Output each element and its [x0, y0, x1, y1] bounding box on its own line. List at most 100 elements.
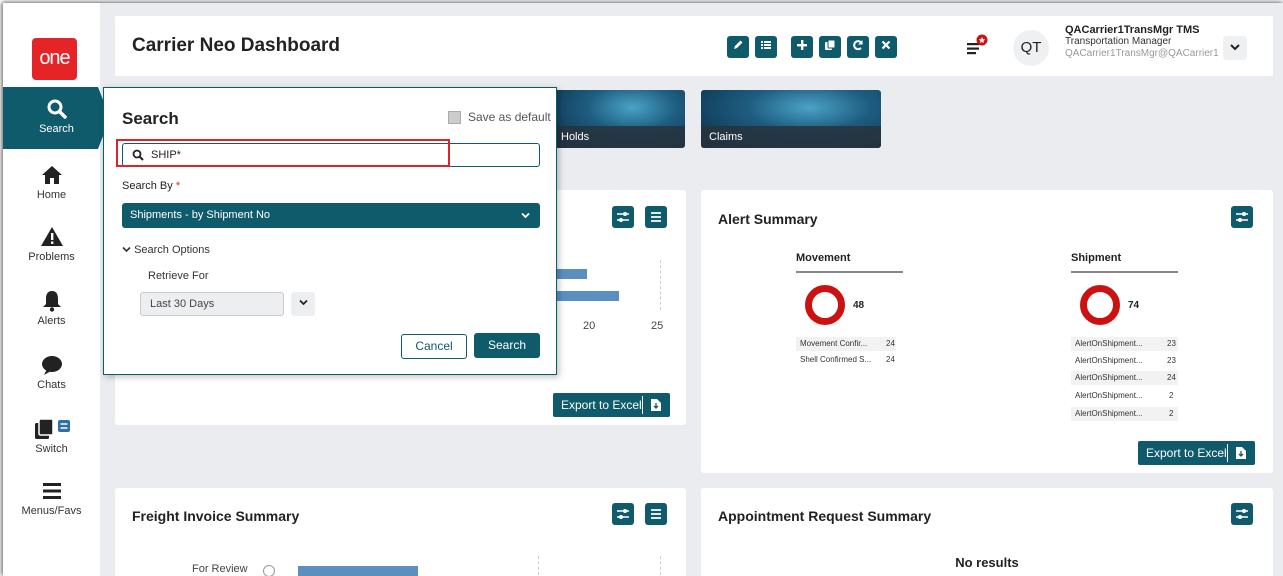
filter-button[interactable] — [612, 206, 634, 228]
tile-claims[interactable]: Claims — [701, 90, 881, 148]
row-label: AlertOnShipment... — [1075, 339, 1143, 348]
axis-tick-label: 20 — [583, 320, 596, 332]
search-panel: Search Save as default SHIP* Search By *… — [103, 87, 557, 375]
filter-button[interactable] — [1231, 206, 1253, 228]
file-download-icon — [1236, 447, 1246, 459]
chart-bar — [553, 269, 587, 279]
shipment-count: 74 — [1128, 300, 1140, 311]
menu-lines-icon — [967, 34, 988, 55]
shipment-donut[interactable] — [1080, 285, 1120, 325]
appointment-card: Appointment Request Summary No results — [701, 488, 1273, 576]
close-button[interactable] — [875, 36, 897, 58]
card-title: Appointment Request Summary — [718, 508, 932, 524]
page-title: Carrier Neo Dashboard — [132, 35, 341, 56]
search-by-select[interactable]: Shipments - by Shipment No — [122, 203, 540, 228]
edit-button[interactable] — [727, 36, 749, 58]
row-label: AlertOnShipment... — [1075, 373, 1143, 382]
search-by-value: Shipments - by Shipment No — [130, 209, 271, 221]
retrieve-dropdown-button[interactable] — [291, 292, 315, 316]
list-icon — [761, 41, 771, 49]
search-button[interactable]: Search — [474, 333, 540, 358]
label-text: Search By — [122, 180, 173, 192]
cancel-button[interactable]: Cancel — [401, 334, 467, 359]
movement-heading: Movement — [796, 252, 851, 264]
movement-count: 48 — [853, 300, 865, 311]
export-excel-button[interactable]: Export to Excel — [553, 393, 670, 417]
search-by-label: Search By * — [122, 180, 180, 192]
chevron-down-icon — [1230, 44, 1240, 51]
highlight-box — [116, 139, 450, 167]
sliders-icon — [1236, 212, 1248, 222]
user-email: QACarrier1TransMgr@QACarrier1 — [1065, 48, 1219, 59]
sidebar-item-search[interactable]: Search — [3, 87, 110, 149]
app-frame: one Search Home Problems Alerts Chats Sw… — [3, 3, 1283, 576]
chevron-down-icon — [521, 212, 530, 219]
row-value: 23 — [1167, 339, 1176, 348]
sidebar-item-chats[interactable]: Chats — [3, 343, 100, 405]
heading-underline — [796, 271, 903, 273]
list-item[interactable]: Shell Confirmed S... 24 — [796, 353, 896, 367]
row-label: Shell Confirmed S... — [800, 355, 872, 364]
row-label: For Review — [192, 563, 248, 575]
home-icon — [41, 166, 62, 184]
tile-holds[interactable]: Holds — [553, 90, 685, 148]
list-item[interactable]: AlertOnShipment... 2 — [1071, 389, 1178, 403]
sidebar-item-switch[interactable]: Switch — [3, 407, 100, 469]
search-icon — [47, 99, 67, 119]
list-item[interactable]: AlertOnShipment... 23 — [1071, 337, 1178, 351]
chevron-down-icon — [122, 246, 131, 253]
list-item[interactable]: AlertOnShipment... 24 — [1071, 371, 1178, 385]
user-dropdown-button[interactable] — [1223, 36, 1247, 60]
card-title: Alert Summary — [718, 211, 818, 227]
list-item[interactable]: AlertOnShipment... 23 — [1071, 354, 1178, 368]
sidebar-item-label: Switch — [35, 443, 68, 455]
list-button[interactable] — [755, 36, 777, 58]
menu-icon — [651, 212, 661, 222]
sidebar-item-label: Home — [36, 189, 67, 201]
user-menu[interactable]: QT QACarrier1TransMgr TMS Transportation… — [1013, 24, 1273, 70]
sidebar: one Search Home Problems Alerts Chats Sw… — [3, 3, 110, 576]
gridline — [660, 556, 661, 576]
list-item[interactable]: Movement Confir... 24 — [796, 337, 896, 351]
plus-icon — [797, 40, 807, 50]
alert-summary-card: Alert Summary Movement 48 Movement Confi… — [701, 190, 1273, 473]
chevron-down-icon — [298, 299, 308, 306]
row-value: 24 — [886, 355, 895, 364]
sliders-icon — [1236, 509, 1248, 519]
radio-button[interactable] — [263, 565, 275, 576]
search-title: Search — [122, 109, 179, 128]
divider — [642, 396, 643, 414]
sidebar-item-problems[interactable]: Problems — [3, 215, 100, 277]
refresh-icon — [853, 40, 863, 51]
sliders-icon — [617, 212, 629, 222]
menu-button[interactable] — [645, 503, 667, 525]
sidebar-item-home[interactable]: Home — [3, 153, 100, 215]
sidebar-item-label: Search — [39, 123, 74, 135]
retrieve-for-select[interactable]: Last 30 Days — [140, 292, 284, 316]
refresh-button[interactable] — [847, 36, 869, 58]
notifications-menu[interactable] — [963, 34, 989, 60]
tile-label: Holds — [553, 126, 685, 148]
sidebar-item-label: Problems — [28, 251, 75, 263]
list-item[interactable]: AlertOnShipment... 2 — [1071, 407, 1178, 421]
filter-button[interactable] — [612, 503, 634, 525]
add-button[interactable] — [791, 36, 813, 58]
filter-button[interactable] — [1231, 503, 1253, 525]
search-options-toggle[interactable]: Search Options — [122, 244, 210, 256]
sidebar-item-menus[interactable]: Menus/Favs — [3, 469, 100, 531]
export-label: Export to Excel — [1146, 446, 1227, 460]
gridline — [660, 260, 661, 310]
copy-button[interactable] — [819, 36, 841, 58]
row-label: AlertOnShipment... — [1075, 409, 1143, 418]
app-logo[interactable]: one — [32, 38, 77, 80]
heading-underline — [1071, 271, 1178, 273]
save-default-checkbox[interactable] — [448, 111, 461, 124]
movement-donut[interactable] — [805, 285, 845, 325]
menu-button[interactable] — [645, 206, 667, 228]
export-excel-button[interactable]: Export to Excel — [1138, 441, 1255, 465]
sidebar-item-alerts[interactable]: Alerts — [3, 279, 100, 341]
gridline — [538, 556, 539, 576]
retrieve-for-label: Retrieve For — [148, 270, 209, 282]
user-role: Transportation Manager — [1065, 36, 1172, 47]
sliders-icon — [617, 509, 629, 519]
